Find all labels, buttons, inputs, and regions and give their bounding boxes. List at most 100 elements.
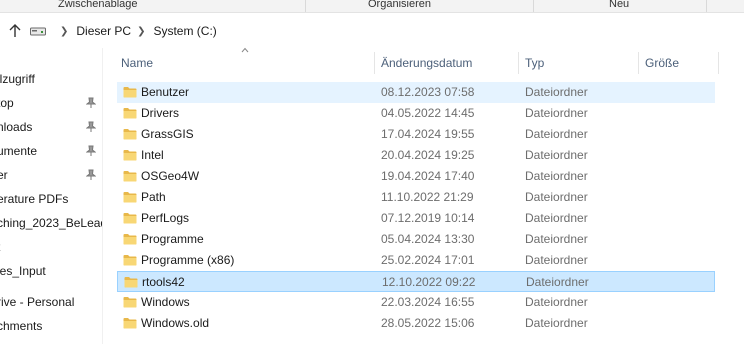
nav-item-pictures[interactable]: er — [0, 164, 102, 186]
this-pc-icon — [30, 27, 46, 36]
file-type: Dateiordner — [525, 169, 588, 183]
file-row[interactable]: Intel 20.04.2024 19:25 Dateiordner — [117, 145, 715, 166]
file-name: Intel — [141, 148, 164, 162]
up-button[interactable] — [6, 22, 24, 40]
nav-item-label: erature PDFs — [0, 192, 69, 206]
file-name: Benutzer — [141, 85, 190, 99]
file-row[interactable]: Programme 05.04.2024 13:30 Dateiordner — [117, 229, 715, 250]
file-date: 12.10.2022 09:22 — [382, 275, 476, 289]
nav-item-onedrive-personal[interactable]: rive - Personal — [0, 291, 102, 313]
ribbon-group-organize: Organisieren — [368, 0, 431, 10]
file-date: 05.04.2024 13:30 — [381, 232, 475, 246]
address-bar-row: ❯ Dieser PC ❯ System (C:) — [0, 14, 744, 48]
ribbon-divider — [706, 0, 707, 12]
folder-icon — [123, 129, 137, 140]
file-type: Dateiordner — [525, 316, 588, 330]
ribbon-group-new: Neu — [609, 0, 630, 10]
file-row[interactable]: OSGeo4W 19.04.2024 17:40 Dateiordner — [117, 166, 715, 187]
pin-icon — [86, 97, 96, 108]
file-type: Dateiordner — [525, 106, 588, 120]
file-row[interactable]: GrassGIS 17.04.2024 19:55 Dateiordner — [117, 124, 715, 145]
folder-icon — [123, 108, 137, 119]
pin-icon — [86, 121, 96, 132]
address-bar[interactable]: ❯ Dieser PC ❯ System (C:) — [28, 20, 744, 42]
file-type: Dateiordner — [526, 275, 589, 289]
nav-item-label: llzugriff — [0, 72, 35, 86]
file-type: Dateiordner — [525, 253, 588, 267]
file-type: Dateiordner — [525, 232, 588, 246]
file-type: Dateiordner — [525, 148, 588, 162]
column-header-name[interactable]: Name — [121, 52, 153, 74]
file-row[interactable]: Programme (x86) 25.02.2024 17:01 Dateiordn… — [117, 250, 715, 271]
folder-icon — [123, 234, 137, 245]
nav-item-label: ching_2023_BeLead — [0, 216, 103, 230]
nav-item-label: t — [0, 240, 102, 254]
file-name: PerfLogs — [141, 211, 190, 225]
file-name: Programme (x86) — [141, 253, 235, 267]
up-arrow-icon — [9, 24, 21, 37]
nav-item-teaching[interactable]: ching_2023_BeLead — [0, 212, 103, 234]
file-name: Programme — [141, 232, 204, 246]
pin-icon — [86, 145, 96, 156]
file-row[interactable]: Path 11.10.2022 21:29 Dateiordner — [117, 187, 715, 208]
file-type: Dateiordner — [525, 190, 588, 204]
file-date: 25.02.2024 17:01 — [381, 253, 475, 267]
nav-item-desktop[interactable]: top — [0, 92, 102, 114]
chevron-right-icon: ❯ — [60, 25, 69, 37]
file-row[interactable]: Benutzer 08.12.2023 07:58 Dateiordner — [117, 82, 715, 103]
file-date: 19.04.2024 17:40 — [381, 169, 475, 183]
nav-item-input[interactable]: ies_Input — [0, 260, 102, 282]
file-date: 22.03.2024 16:55 — [381, 295, 475, 309]
sort-ascending-icon — [241, 47, 249, 53]
nav-item-label: chments — [0, 319, 43, 333]
folder-icon — [124, 277, 138, 288]
file-date: 20.04.2024 19:25 — [381, 148, 475, 162]
column-divider[interactable] — [518, 52, 519, 74]
column-header-date[interactable]: Änderungsdatum — [381, 52, 472, 74]
file-name: rtools42 — [142, 275, 185, 289]
file-date: 17.04.2024 19:55 — [381, 127, 475, 141]
nav-item-t[interactable]: t — [0, 236, 102, 258]
folder-icon — [123, 192, 137, 203]
nav-item-label: rive - Personal — [0, 295, 75, 309]
chevron-right-icon: ❯ — [137, 25, 146, 37]
file-date: 28.05.2022 15:06 — [381, 316, 475, 330]
navigation-pane: llzugriff top nloads umente er erature P… — [0, 48, 103, 344]
folder-icon — [123, 87, 137, 98]
file-type: Dateiordner — [525, 295, 588, 309]
file-name: Drivers — [141, 106, 179, 120]
file-name: Windows.old — [141, 316, 210, 330]
file-type: Dateiordner — [525, 127, 588, 141]
column-header-type[interactable]: Typ — [525, 52, 544, 74]
file-row[interactable]: Drivers 04.05.2022 14:45 Dateiordner — [117, 103, 715, 124]
file-row[interactable]: Windows 22.03.2024 16:55 Dateiordner — [117, 292, 715, 313]
ribbon-group-clipboard: Zwischenablage — [58, 0, 138, 10]
ribbon-group-labels: Zwischenablage Organisieren Neu — [0, 0, 744, 13]
nav-item-attachments[interactable]: chments — [0, 315, 102, 337]
column-divider[interactable] — [638, 52, 639, 74]
file-date: 07.12.2019 10:14 — [381, 211, 475, 225]
folder-icon — [123, 150, 137, 161]
nav-item-quick-access[interactable]: llzugriff — [0, 68, 102, 90]
file-row[interactable]: Windows.old 28.05.2022 15:06 Dateiordner — [117, 313, 715, 334]
file-row[interactable]: PerfLogs 07.12.2019 10:14 Dateiordner — [117, 208, 715, 229]
pin-icon — [86, 169, 96, 180]
column-divider[interactable] — [718, 52, 719, 74]
nav-item-downloads[interactable]: nloads — [0, 116, 102, 138]
file-name: OSGeo4W — [141, 169, 200, 183]
folder-icon — [123, 213, 137, 224]
nav-item-documents[interactable]: umente — [0, 140, 102, 162]
file-type: Dateiordner — [525, 211, 588, 225]
file-row[interactable]: rtools42 12.10.2022 09:22 Dateiordner — [117, 271, 715, 292]
breadcrumb-system-c[interactable]: System (C:) — [153, 24, 216, 38]
folder-icon — [123, 171, 137, 182]
file-name: Path — [141, 190, 166, 204]
file-date: 08.12.2023 07:58 — [381, 85, 475, 99]
nav-item-literature-pdfs[interactable]: erature PDFs — [0, 188, 102, 210]
breadcrumb-this-pc[interactable]: Dieser PC — [76, 24, 131, 38]
column-divider[interactable] — [374, 52, 375, 74]
file-name: Windows — [141, 295, 190, 309]
column-header-size[interactable]: Größe — [645, 52, 679, 74]
file-date: 11.10.2022 21:29 — [381, 190, 474, 204]
ribbon-divider — [305, 0, 306, 12]
